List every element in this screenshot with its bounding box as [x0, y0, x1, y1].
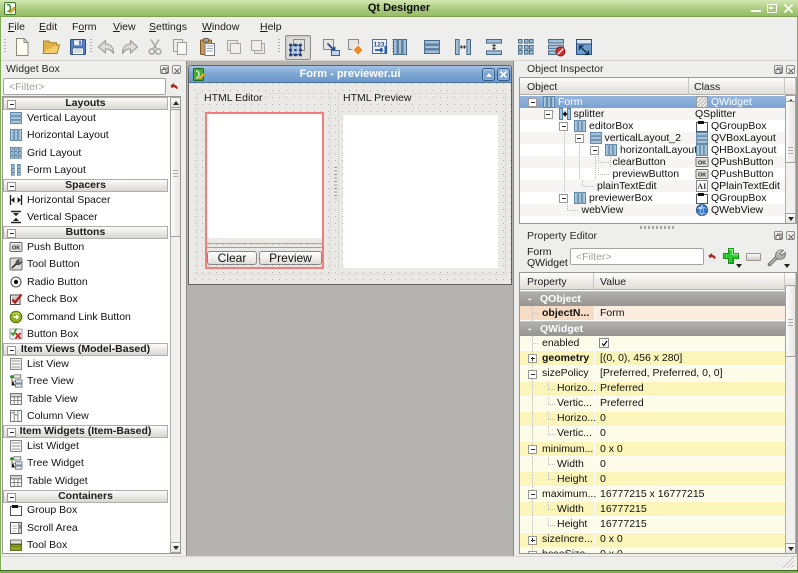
svg-text:OK: OK [12, 245, 20, 251]
svg-text:123: 123 [374, 42, 385, 49]
svg-text:AI: AI [697, 182, 706, 191]
svg-text:OK: OK [698, 172, 706, 178]
svg-text:OK: OK [698, 160, 706, 166]
